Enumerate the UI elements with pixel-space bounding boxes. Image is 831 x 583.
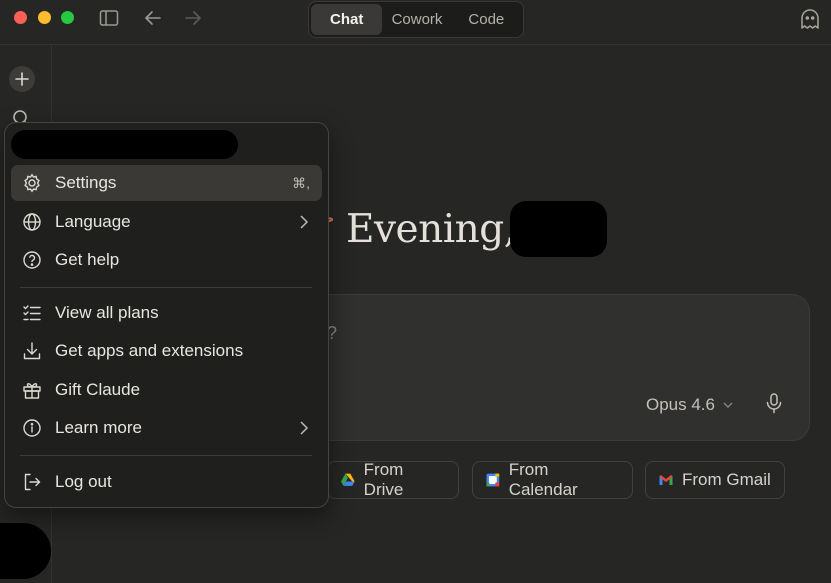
menu-item-label: View all plans <box>55 303 159 322</box>
download-icon <box>23 342 41 360</box>
minimize-window-button[interactable] <box>38 11 51 24</box>
close-window-button[interactable] <box>14 11 27 24</box>
tab-cowork[interactable]: Cowork <box>382 4 451 35</box>
chip-label: From Gmail <box>682 470 771 489</box>
menu-item-gift-claude[interactable]: Gift Claude <box>11 372 322 408</box>
menu-item-label: Gift Claude <box>55 380 141 399</box>
menu-item-get-help[interactable]: Get help <box>11 242 322 278</box>
title-bar: Chat Cowork Code <box>0 0 831 45</box>
plus-icon <box>15 72 29 86</box>
menu-divider <box>20 455 312 456</box>
chip-label: From Drive <box>363 460 404 499</box>
gift-icon <box>23 383 41 399</box>
menu-item-label: Settings <box>55 173 117 192</box>
menu-item-log-out[interactable]: Log out <box>11 464 322 500</box>
mode-switcher: Chat Cowork Code <box>308 1 524 38</box>
menu-item-label: Get apps and extensions <box>55 341 244 360</box>
from-drive-button[interactable]: From Drive <box>327 460 459 499</box>
forward-arrow-icon[interactable] <box>183 8 203 28</box>
keyboard-shortcut: ⌘, <box>292 174 310 191</box>
tab-code[interactable]: Code <box>452 4 521 35</box>
account-menu: Settings ⌘, Language Get help View all p… <box>4 122 329 508</box>
menu-item-label: Get help <box>55 250 120 269</box>
google-drive-icon <box>340 473 355 486</box>
redacted-user-name <box>510 201 607 257</box>
list-check-icon <box>23 305 41 321</box>
sidebar-toggle-icon[interactable] <box>99 8 119 28</box>
menu-item-label: Log out <box>55 472 112 491</box>
globe-icon <box>23 213 41 231</box>
back-arrow-icon[interactable] <box>143 8 163 28</box>
model-label: Opus 4.6 <box>646 395 715 414</box>
composer[interactable]: ? Opus 4.6 <box>300 294 810 441</box>
menu-item-language[interactable]: Language <box>11 204 322 240</box>
menu-item-settings[interactable]: Settings ⌘, <box>11 165 322 201</box>
chip-label: From Calendar <box>508 460 578 499</box>
info-circle-icon <box>23 419 41 437</box>
chevron-right-icon <box>300 215 309 229</box>
menu-item-label: Language <box>55 212 131 231</box>
menu-item-get-apps[interactable]: Get apps and extensions <box>11 333 322 369</box>
ghost-icon[interactable] <box>799 8 821 30</box>
menu-item-learn-more[interactable]: Learn more <box>11 410 322 446</box>
menu-item-view-all-plans[interactable]: View all plans <box>11 295 322 331</box>
help-circle-icon <box>23 251 41 269</box>
menu-divider <box>20 287 312 288</box>
avatar[interactable] <box>0 523 51 579</box>
from-gmail-button[interactable]: From Gmail <box>645 461 785 499</box>
gmail-icon <box>659 475 673 485</box>
google-calendar-icon <box>486 473 500 487</box>
gear-icon <box>24 173 40 193</box>
logout-icon <box>24 473 41 491</box>
tab-chat[interactable]: Chat <box>311 4 383 35</box>
new-chat-button[interactable] <box>9 66 35 92</box>
greeting-text: Evening, <box>346 206 516 252</box>
redacted-account-email <box>11 130 238 159</box>
menu-item-label: Learn more <box>55 418 142 437</box>
chevron-right-icon <box>300 421 309 435</box>
microphone-icon[interactable] <box>763 392 785 414</box>
chevron-down-icon <box>723 402 733 408</box>
from-calendar-button[interactable]: From Calendar <box>472 460 633 499</box>
zoom-window-button[interactable] <box>61 11 74 24</box>
model-selector[interactable]: Opus 4.6 <box>646 395 735 415</box>
